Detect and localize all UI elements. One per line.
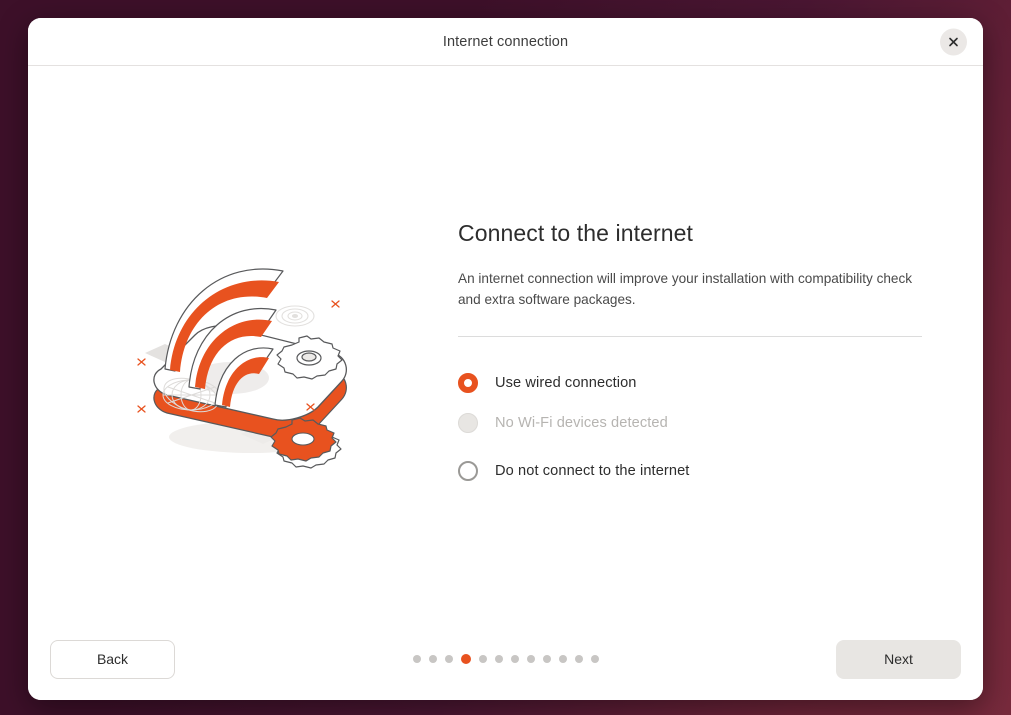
page-dot bbox=[590, 655, 599, 663]
page-dot bbox=[412, 655, 421, 663]
page-dot bbox=[526, 655, 535, 663]
back-button[interactable]: Back bbox=[50, 639, 175, 679]
option-label: Use wired connection bbox=[495, 375, 637, 392]
page-dot bbox=[444, 655, 453, 663]
page-title: Connect to the internet bbox=[458, 219, 694, 246]
page-dot bbox=[510, 655, 519, 663]
option-label: No Wi-Fi devices detected bbox=[495, 415, 668, 432]
window-title: Internet connection bbox=[442, 33, 569, 50]
page-dot-active bbox=[460, 654, 471, 664]
page-dot bbox=[574, 655, 583, 663]
footer-navigation: Back Next bbox=[28, 618, 983, 700]
page-dot bbox=[494, 655, 503, 663]
signal-rings-icon bbox=[275, 304, 315, 327]
page-indicator bbox=[412, 654, 599, 664]
page-dot bbox=[428, 655, 437, 663]
radio-selected-icon[interactable] bbox=[458, 373, 478, 394]
page-dot bbox=[478, 655, 487, 663]
page-description: An internet connection will improve your… bbox=[458, 270, 913, 307]
close-icon bbox=[949, 37, 958, 46]
section-divider bbox=[458, 336, 922, 338]
option-no-wifi-devices: No Wi-Fi devices detected bbox=[458, 403, 925, 443]
next-button[interactable]: Next bbox=[836, 639, 961, 679]
page-dot bbox=[558, 655, 567, 663]
illustration-pane bbox=[28, 66, 458, 700]
radio-disabled-icon bbox=[458, 413, 478, 434]
connection-options-list: Use wired connection No Wi-Fi devices de… bbox=[458, 363, 925, 491]
option-use-wired-connection[interactable]: Use wired connection bbox=[458, 363, 925, 403]
cloud-wifi-illustration bbox=[137, 268, 348, 469]
back-button-label: Back bbox=[96, 651, 129, 667]
installer-window: Internet connection Connect to the inter… bbox=[28, 18, 983, 700]
content-area: Connect to the internet An internet conn… bbox=[28, 66, 983, 700]
radio-unselected-icon[interactable] bbox=[458, 461, 478, 482]
form-pane: Connect to the internet An internet conn… bbox=[458, 220, 983, 546]
window-titlebar: Internet connection bbox=[28, 18, 983, 66]
option-do-not-connect[interactable]: Do not connect to the internet bbox=[458, 451, 925, 491]
option-label: Do not connect to the internet bbox=[495, 463, 690, 480]
page-dot bbox=[542, 655, 551, 663]
close-button[interactable] bbox=[940, 28, 967, 55]
next-button-label: Next bbox=[884, 651, 913, 667]
